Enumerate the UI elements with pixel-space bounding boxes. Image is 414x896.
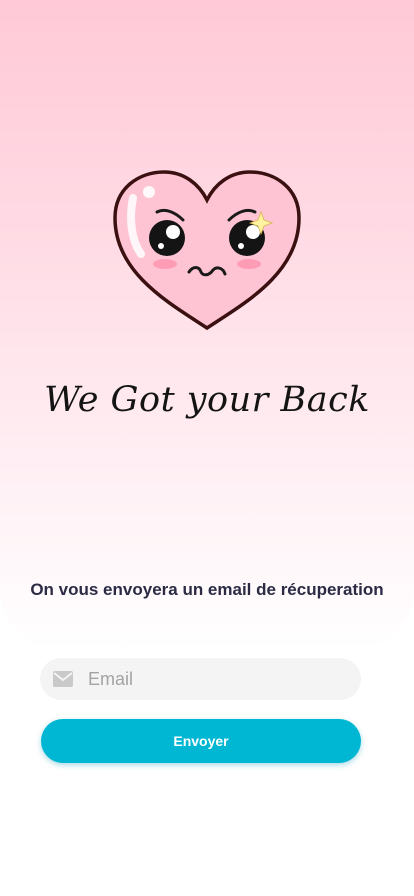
instruction-text: On vous envoyera un email de récuperatio…: [30, 580, 384, 599]
send-button[interactable]: Envoyer: [41, 719, 361, 763]
mail-icon: [52, 670, 74, 688]
email-field[interactable]: [40, 658, 361, 700]
page-title: We Got your Back: [44, 380, 370, 420]
heart-mascot-icon: [109, 168, 305, 334]
email-input[interactable]: [88, 668, 328, 690]
